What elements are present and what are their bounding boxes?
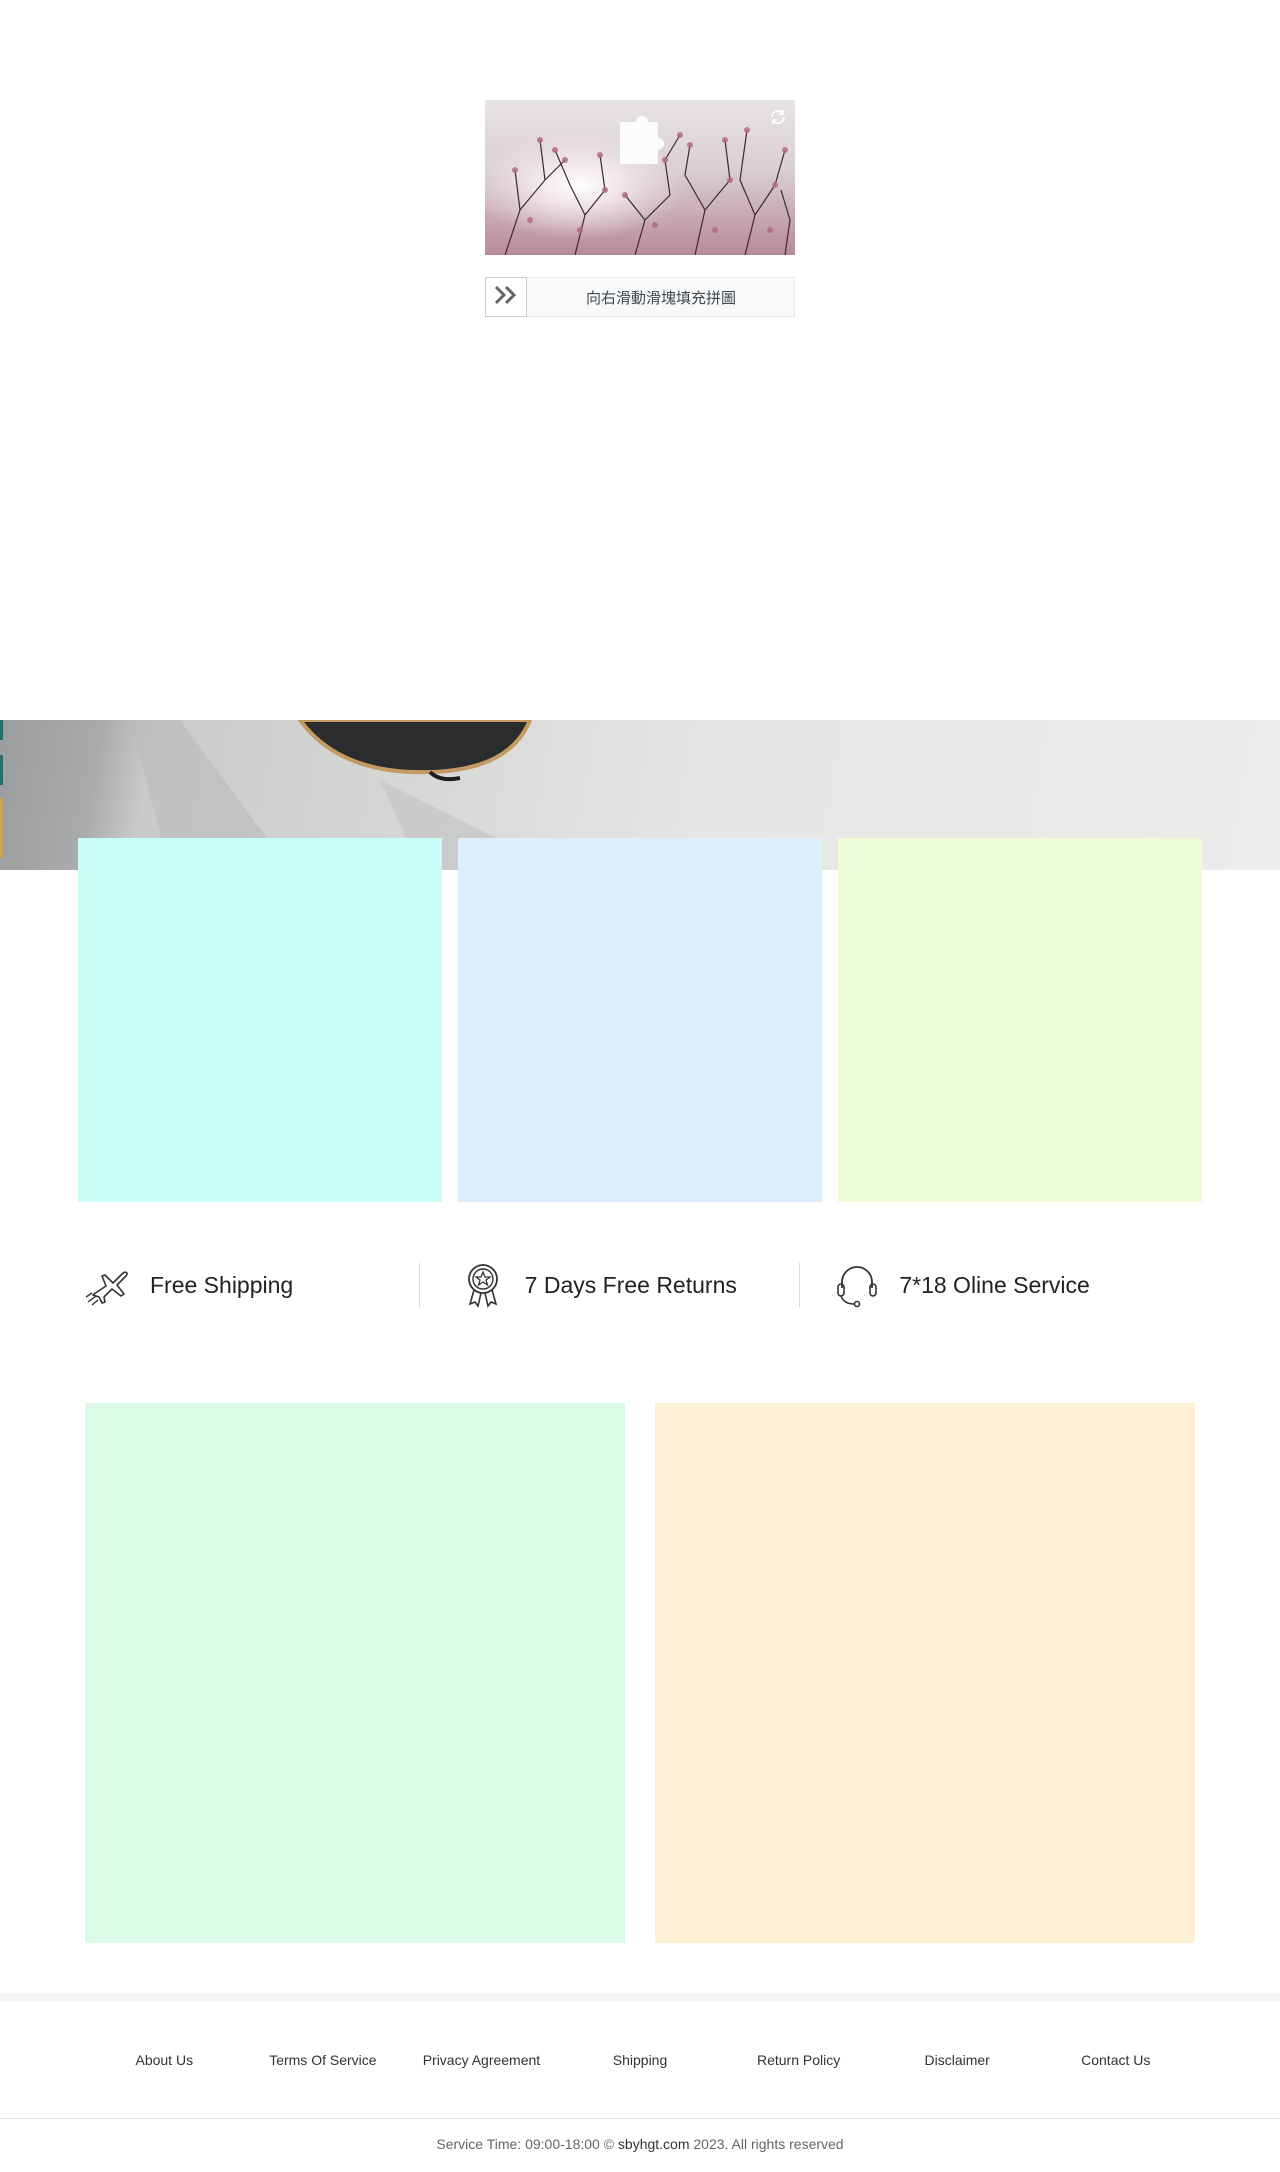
service-divider xyxy=(799,1263,800,1307)
slider-instruction: 向右滑動滑塊填充拼圖 xyxy=(585,288,736,307)
double-chevron-right-icon xyxy=(493,284,519,311)
service-free-shipping: Free Shipping xyxy=(78,1262,453,1308)
blossom-branches-image xyxy=(485,100,795,255)
services-bar: Free Shipping 7 Days Free Returns 7*18 O… xyxy=(78,1262,1202,1308)
service-free-returns: 7 Days Free Returns xyxy=(453,1262,828,1308)
copyright-text: Service Time: 09:00-18:00 © sbyhgt.com 2… xyxy=(0,2136,1280,2152)
puzzle-hole xyxy=(620,116,664,164)
footer-link-disclaimer[interactable]: Disclaimer xyxy=(878,2052,1037,2068)
refresh-icon[interactable] xyxy=(767,106,789,128)
footer-link-terms-of-service[interactable]: Terms Of Service xyxy=(244,2052,403,2068)
copyright-domain[interactable]: sbyhgt.com xyxy=(618,2136,690,2152)
category-tile[interactable] xyxy=(458,838,822,1202)
category-tile[interactable] xyxy=(78,838,442,1202)
footer-divider xyxy=(0,2118,1280,2119)
footer-link-privacy-agreement[interactable]: Privacy Agreement xyxy=(402,2052,561,2068)
slider-handle[interactable] xyxy=(485,277,527,317)
airplane-icon xyxy=(83,1262,133,1308)
copyright-suffix: 2023. All rights reserved xyxy=(693,2136,844,2152)
category-tile[interactable] xyxy=(838,838,1202,1202)
copyright-prefix: Service Time: 09:00-18:00 © xyxy=(436,2136,615,2152)
footer-link-about-us[interactable]: About Us xyxy=(85,2052,244,2068)
captcha-puzzle-image xyxy=(485,100,795,255)
headset-icon xyxy=(832,1262,882,1308)
promo-tile[interactable] xyxy=(85,1403,625,1943)
service-online: 7*18 Oline Service xyxy=(827,1262,1202,1308)
footer-link-contact-us[interactable]: Contact Us xyxy=(1036,2052,1195,2068)
footer-band xyxy=(0,1993,1280,2002)
promo-tile[interactable] xyxy=(655,1403,1195,1943)
award-medal-icon xyxy=(458,1262,508,1308)
footer-nav: About Us Terms Of Service Privacy Agreem… xyxy=(85,2048,1195,2072)
footer-link-return-policy[interactable]: Return Policy xyxy=(719,2052,878,2068)
service-label: 7*18 Oline Service xyxy=(899,1271,1090,1298)
captcha-slider-track[interactable]: 向右滑動滑塊填充拼圖 xyxy=(485,277,795,317)
footer-link-shipping[interactable]: Shipping xyxy=(561,2052,720,2068)
service-label: 7 Days Free Returns xyxy=(524,1271,737,1298)
service-label: Free Shipping xyxy=(150,1271,294,1298)
service-divider xyxy=(419,1263,420,1307)
